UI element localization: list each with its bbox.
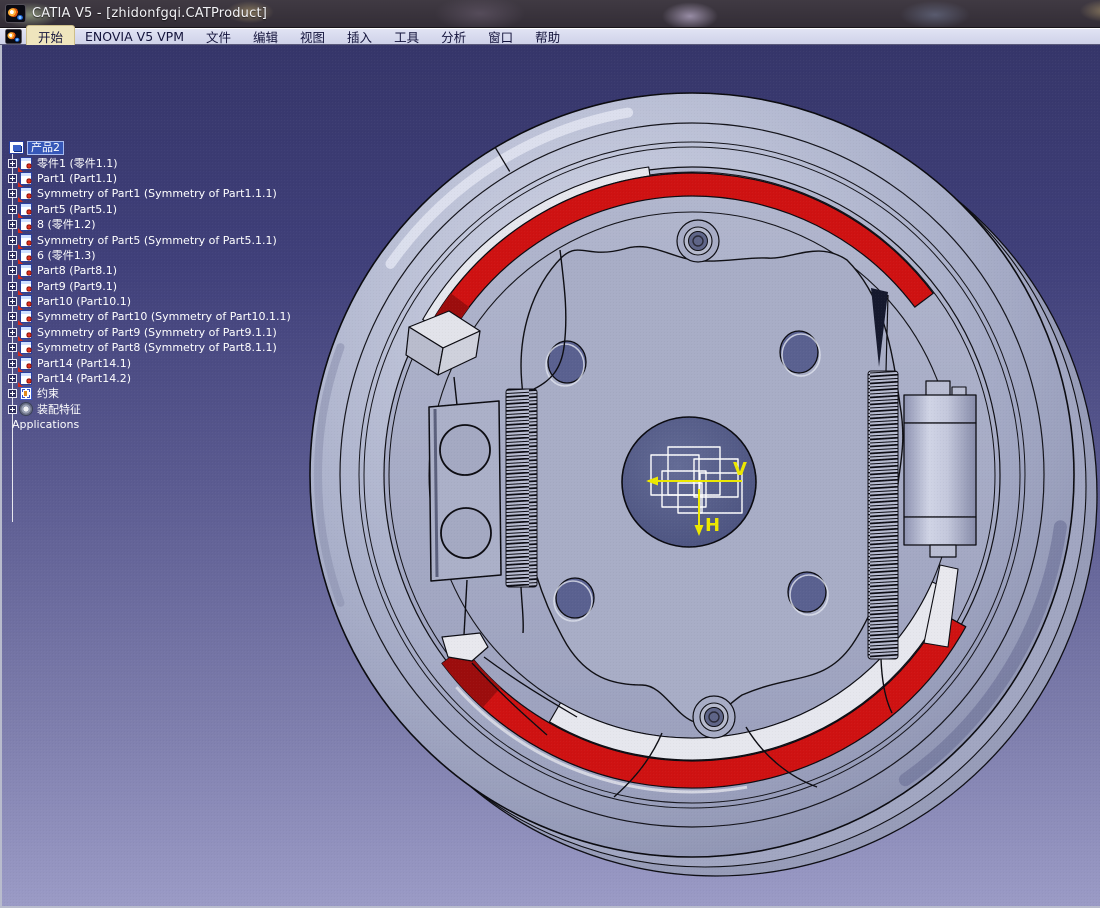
tree-item-3[interactable]: Part5 (Part5.1): [4, 202, 293, 218]
window-title: CATIA V5 - [zhidonfgqi.CATProduct]: [32, 6, 268, 21]
expand-plus-icon[interactable]: [8, 250, 17, 260]
part-icon: [18, 248, 32, 264]
expand-plus-icon[interactable]: [8, 327, 17, 337]
tree-item-4[interactable]: 8 (零件1.2): [4, 217, 293, 234]
expand-plus-icon[interactable]: [8, 281, 17, 291]
menu-bar-items: 开始 ENOVIA V5 VPM 文件 编辑 视图 插入 工具 分析 窗口 帮助: [27, 25, 571, 47]
tree-item-label: Part9 (Part9.1): [37, 279, 118, 293]
part-icon: [18, 295, 32, 311]
tree-items: 零件1 (零件1.1) Part1 (Part1.1) Symmetry of Pa…: [4, 155, 293, 432]
expand-plus-icon[interactable]: [8, 189, 17, 199]
tree-item-14[interactable]: Part14 (Part14.2): [4, 371, 293, 388]
tree-item-17[interactable]: Applications: [10, 417, 293, 432]
part-icon: [18, 279, 32, 295]
part-icon: [18, 356, 32, 372]
tree-item-11[interactable]: Symmetry of Part9 (Symmetry of Part9.1.1…: [4, 325, 293, 341]
tree-item-label: Part10 (Part10.1): [37, 295, 131, 309]
tree-item-label: 6 (零件1.3): [37, 248, 96, 262]
tree-item-1[interactable]: Part1 (Part1.1): [4, 171, 293, 187]
tree-item-9[interactable]: Part10 (Part10.1): [4, 294, 293, 311]
tree-item-label: Part8 (Part8.1): [37, 264, 118, 278]
tree-root-label[interactable]: 产品2: [27, 140, 64, 155]
expand-plus-icon[interactable]: [8, 389, 17, 399]
catia-logo-icon: [6, 5, 25, 22]
menu-item-0[interactable]: 开始: [27, 25, 75, 47]
expand-plus-icon[interactable]: [8, 297, 17, 307]
menu-item-1[interactable]: ENOVIA V5 VPM: [74, 28, 195, 45]
tree-item-label: 约束: [37, 387, 59, 401]
menu-bar: 开始 ENOVIA V5 VPM 文件 编辑 视图 插入 工具 分析 窗口 帮助: [0, 25, 1100, 47]
tree-item-label: Part14 (Part14.2): [37, 372, 131, 386]
tree-item-15[interactable]: 约束: [4, 386, 293, 401]
expand-plus-icon[interactable]: [8, 358, 17, 368]
expand-plus-icon[interactable]: [8, 235, 17, 245]
expand-plus-icon[interactable]: [8, 266, 17, 276]
tree-item-16[interactable]: 装配特征: [4, 402, 293, 417]
constraints-icon: [20, 387, 32, 401]
menu-item-2[interactable]: 文件: [195, 26, 242, 47]
part-icon: [18, 341, 32, 357]
menu-item-5[interactable]: 插入: [336, 26, 383, 47]
tree-item-10[interactable]: Symmetry of Part10 (Symmetry of Part10.1…: [4, 309, 293, 326]
menu-item-4[interactable]: 视图: [289, 26, 336, 47]
assembly-features-icon: [20, 403, 32, 416]
part-icon: [18, 325, 32, 341]
part-icon: [18, 187, 32, 203]
tree-item-label: Applications: [12, 418, 80, 432]
specification-tree[interactable]: 产品2 零件1 (零件1.1) Part1 (Part1.1) Symmetry o…: [4, 140, 293, 522]
title-bar: CATIA V5 - [zhidonfgqi.CATProduct]: [0, 0, 1100, 28]
tree-item-label: 8 (零件1.2): [37, 218, 96, 232]
expand-plus-icon[interactable]: [8, 158, 17, 168]
tree-item-label: Symmetry of Part5 (Symmetry of Part5.1.1…: [37, 233, 277, 247]
catia-logo-icon-small: [5, 29, 22, 43]
tree-item-2[interactable]: Symmetry of Part1 (Symmetry of Part1.1.1…: [4, 186, 293, 203]
3d-viewport[interactable]: V H 产品2 零件1 (零件1.1)Part1 (Part1.1)Symmet…: [0, 45, 1100, 908]
menu-item-7[interactable]: 分析: [430, 26, 477, 47]
expand-plus-icon[interactable]: [8, 173, 17, 183]
part-icon: [18, 218, 32, 234]
tree-item-8[interactable]: Part9 (Part9.1): [4, 279, 293, 295]
tree-item-7[interactable]: Part8 (Part8.1): [4, 263, 293, 280]
tree-item-label: Symmetry of Part9 (Symmetry of Part9.1.1…: [37, 325, 277, 339]
tree-item-label: Symmetry of Part1 (Symmetry of Part1.1.1…: [37, 187, 277, 201]
tree-item-label: Part1 (Part1.1): [37, 171, 118, 185]
expand-plus-icon[interactable]: [8, 343, 17, 353]
part-icon: [18, 202, 32, 218]
tree-root[interactable]: 产品2: [6, 140, 293, 155]
tree-item-label: Part5 (Part5.1): [37, 202, 118, 216]
menu-item-9[interactable]: 帮助: [524, 26, 571, 47]
product-icon: [9, 141, 24, 155]
tree-item-label: Part14 (Part14.1): [37, 356, 131, 370]
part-icon: [18, 264, 32, 280]
menu-item-6[interactable]: 工具: [383, 26, 430, 47]
tree-item-0[interactable]: 零件1 (零件1.1): [4, 155, 293, 172]
tree-item-12[interactable]: Symmetry of Part8 (Symmetry of Part8.1.1…: [4, 340, 293, 357]
part-icon: [18, 233, 32, 249]
menu-item-8[interactable]: 窗口: [477, 26, 524, 47]
tree-item-label: 零件1 (零件1.1): [37, 156, 118, 170]
expand-plus-icon[interactable]: [8, 204, 17, 214]
tree-item-6[interactable]: 6 (零件1.3): [4, 248, 293, 264]
tree-item-13[interactable]: Part14 (Part14.1): [4, 355, 293, 372]
part-icon: [18, 156, 32, 172]
tree-item-5[interactable]: Symmetry of Part5 (Symmetry of Part5.1.1…: [4, 232, 293, 249]
expand-plus-icon[interactable]: [8, 374, 17, 384]
expand-plus-icon[interactable]: [8, 312, 17, 322]
part-icon: [18, 372, 32, 388]
tree-item-label: Symmetry of Part10 (Symmetry of Part10.1…: [37, 310, 291, 324]
part-icon: [18, 310, 32, 326]
part-icon: [18, 171, 32, 187]
tree-item-label: 装配特征: [37, 402, 81, 416]
tree-item-label: Symmetry of Part8 (Symmetry of Part8.1.1…: [37, 341, 277, 355]
expand-plus-icon[interactable]: [8, 404, 17, 414]
menu-item-3[interactable]: 编辑: [242, 26, 289, 47]
expand-plus-icon[interactable]: [8, 220, 17, 230]
